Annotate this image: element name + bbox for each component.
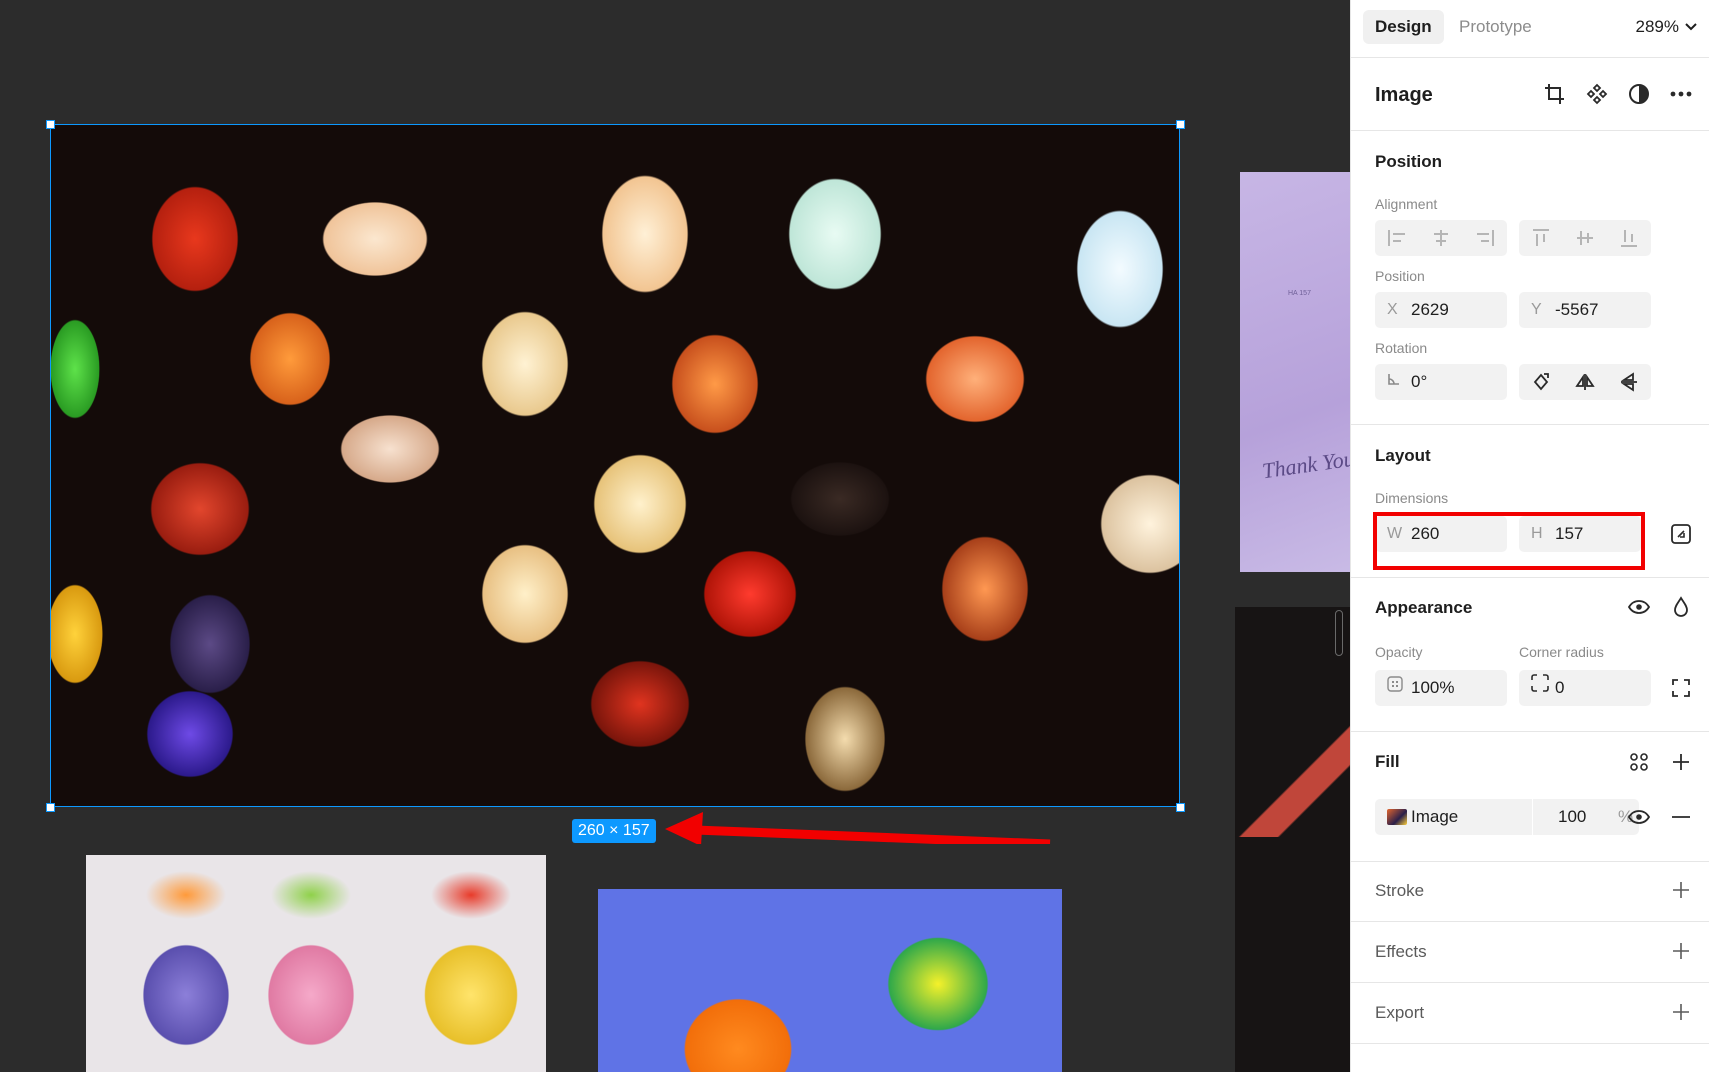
red-arrow-annotation [665, 812, 1051, 844]
add-effect-plus-icon[interactable] [1667, 937, 1695, 965]
horizontal-alignment-group [1375, 220, 1507, 256]
dimensions-label: Dimensions [1375, 490, 1449, 506]
add-fill-plus-icon[interactable] [1667, 748, 1695, 776]
corner-radius-label: Corner radius [1519, 644, 1604, 660]
chevron-down-icon[interactable] [1685, 10, 1697, 44]
thank-you-card-image[interactable]: HA 157 Thank You [1240, 172, 1350, 572]
align-left-icon[interactable] [1375, 220, 1419, 256]
x-position-field[interactable]: X 2629 [1375, 292, 1507, 328]
remove-fill-minus-icon[interactable] [1667, 803, 1695, 831]
image-fill-swatch[interactable] [1387, 809, 1407, 825]
position-label: Position [1375, 268, 1425, 284]
rotate-90-icon[interactable] [1519, 364, 1563, 400]
card-code-text: HA 157 [1288, 290, 1311, 297]
dark-origami-photo[interactable] [1235, 607, 1350, 1072]
effects-section-title[interactable]: Effects [1375, 942, 1427, 962]
align-top-icon[interactable] [1519, 220, 1563, 256]
resize-handle-bottom-left[interactable] [46, 803, 55, 812]
fill-type-label: Image [1411, 807, 1459, 826]
opacity-field[interactable]: 100% [1375, 670, 1507, 706]
canvas[interactable]: HA 157 Thank You 260 × 157 [0, 0, 1350, 1072]
angle-icon [1387, 364, 1401, 400]
corner-radius-value: 0 [1555, 678, 1565, 697]
appearance-section-title: Appearance [1375, 598, 1473, 617]
layout-section-title: Layout [1375, 446, 1431, 465]
fill-opacity-value[interactable]: 100 [1558, 799, 1586, 835]
y-prefix: Y [1531, 301, 1542, 318]
eye-icon[interactable] [1625, 593, 1653, 621]
fill-visibility-eye-icon[interactable] [1625, 803, 1653, 831]
align-vertical-center-icon[interactable] [1563, 220, 1607, 256]
x-prefix: X [1387, 301, 1398, 318]
resize-handle-top-left[interactable] [46, 120, 55, 129]
fill-image-row[interactable]: Image 100 % [1375, 799, 1639, 835]
add-stroke-plus-icon[interactable] [1667, 876, 1695, 904]
divider [1351, 982, 1709, 983]
zoom-level-dropdown[interactable]: 289% [1636, 10, 1679, 44]
divider [1351, 731, 1709, 732]
more-options-icon[interactable] [1667, 80, 1695, 108]
resize-to-fit-icon[interactable] [1667, 520, 1695, 548]
tab-prototype[interactable]: Prototype [1447, 10, 1544, 44]
divider [1351, 130, 1709, 131]
corner-radius-icon [1531, 670, 1549, 706]
add-export-plus-icon[interactable] [1667, 998, 1695, 1026]
y-value: -5567 [1555, 300, 1599, 319]
resize-handle-top-right[interactable] [1176, 120, 1185, 129]
canvas-scroll-indicator[interactable] [1335, 610, 1343, 656]
divider [1532, 799, 1533, 835]
opacity-label: Opacity [1375, 644, 1423, 660]
export-section-title[interactable]: Export [1375, 1003, 1424, 1023]
crop-icon[interactable] [1541, 80, 1569, 108]
lantern-image-selected[interactable] [50, 124, 1180, 807]
opacity-value: 100% [1411, 678, 1455, 697]
divider [1351, 424, 1709, 425]
rotation-field[interactable]: 0° [1375, 364, 1507, 400]
align-bottom-icon[interactable] [1607, 220, 1651, 256]
layer-title: Image [1375, 84, 1433, 106]
divider [1351, 1043, 1709, 1044]
transform-group [1519, 364, 1651, 400]
position-section-title: Position [1375, 152, 1443, 171]
vertical-alignment-group [1519, 220, 1651, 256]
rotation-label: Rotation [1375, 340, 1428, 356]
x-value: 2629 [1411, 300, 1449, 319]
divider [1351, 57, 1709, 58]
resize-handle-bottom-right[interactable] [1176, 803, 1185, 812]
selection-size-badge: 260 × 157 [572, 819, 656, 843]
stroke-section-title[interactable]: Stroke [1375, 881, 1424, 901]
independent-corners-icon[interactable] [1667, 674, 1695, 702]
dimensions-highlight-box [1373, 512, 1645, 570]
divider [1351, 577, 1709, 578]
origami-stars-image[interactable] [598, 889, 1062, 1072]
flip-vertical-icon[interactable] [1607, 364, 1651, 400]
corner-radius-field[interactable]: 0 [1519, 670, 1651, 706]
divider [1351, 921, 1709, 922]
thank-you-script-text: Thank You [1260, 445, 1350, 484]
fill-section-title: Fill [1375, 752, 1400, 771]
tab-design[interactable]: Design [1363, 10, 1444, 44]
component-icon[interactable] [1583, 80, 1611, 108]
flip-horizontal-icon[interactable] [1563, 364, 1607, 400]
styles-grid-icon[interactable] [1625, 748, 1653, 776]
properties-panel: Design Prototype 289% Image Position Ali… [1350, 0, 1709, 1072]
align-right-icon[interactable] [1463, 220, 1507, 256]
alignment-label: Alignment [1375, 196, 1438, 212]
divider [1351, 861, 1709, 862]
opacity-icon [1387, 670, 1403, 706]
mask-icon[interactable] [1625, 80, 1653, 108]
align-horizontal-center-icon[interactable] [1419, 220, 1463, 256]
rotation-value: 0° [1411, 372, 1428, 391]
y-position-field[interactable]: Y -5567 [1519, 292, 1651, 328]
origami-vases-image[interactable] [86, 855, 546, 1072]
blend-mode-drop-icon[interactable] [1667, 593, 1695, 621]
